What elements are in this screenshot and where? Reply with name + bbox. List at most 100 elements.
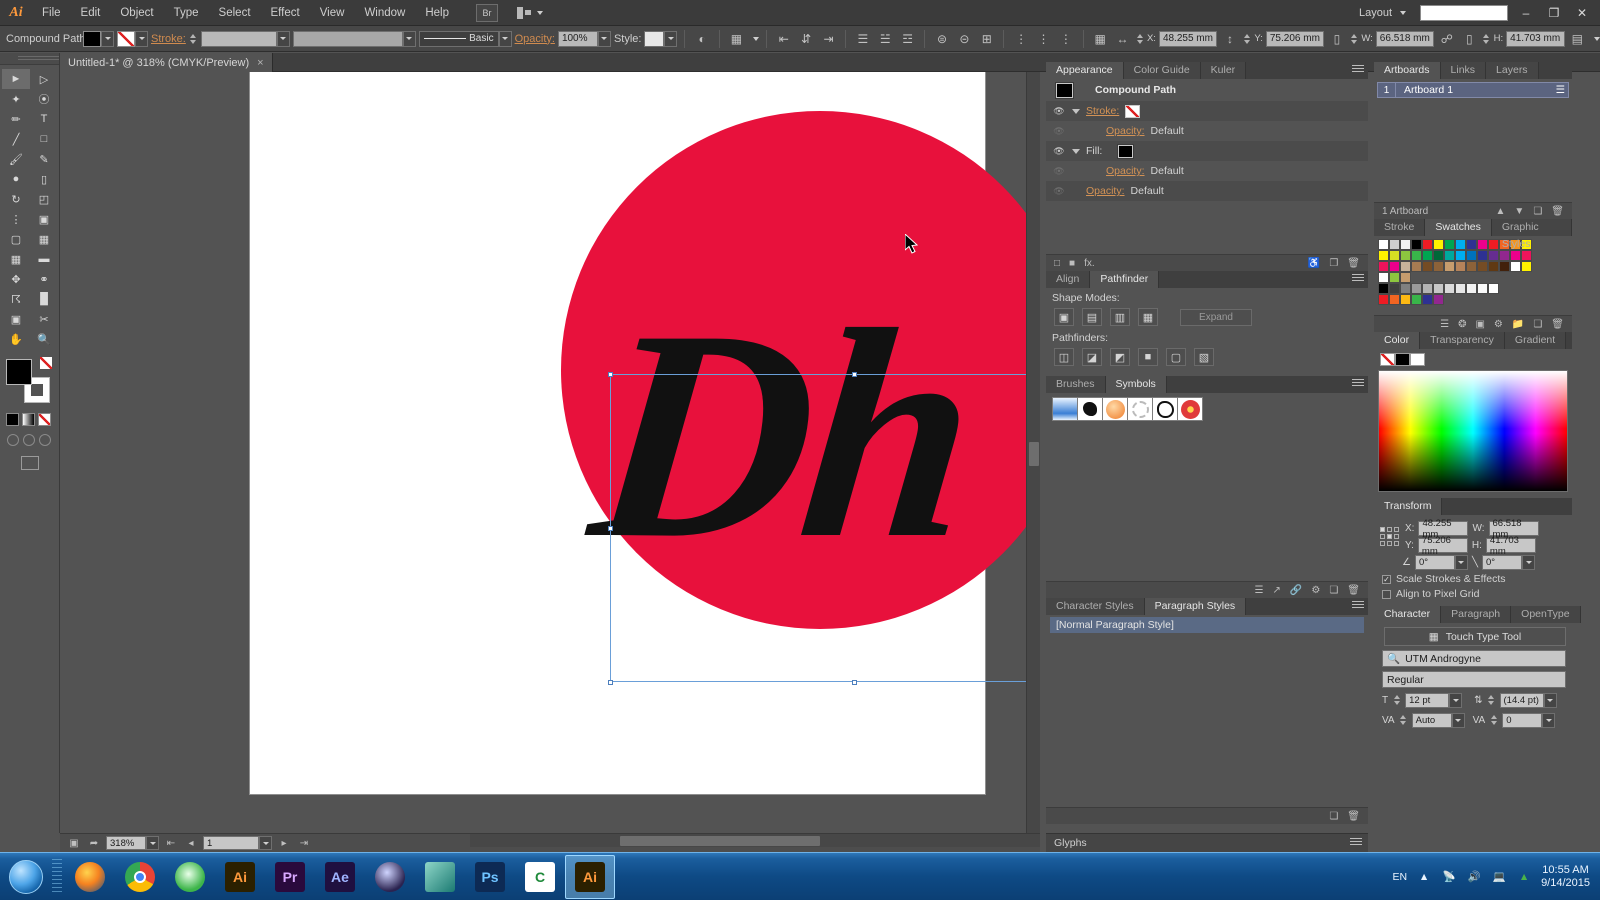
- opacity-control[interactable]: 100%: [558, 31, 611, 47]
- x-stepper[interactable]: [1135, 31, 1144, 47]
- tracking-field[interactable]: 0: [1502, 713, 1542, 728]
- kerning-field[interactable]: Auto: [1412, 713, 1452, 728]
- selection-tool[interactable]: ►: [2, 69, 30, 89]
- color-swatch[interactable]: [1477, 261, 1488, 272]
- color-swatch[interactable]: [1510, 261, 1521, 272]
- close-button[interactable]: ✕: [1568, 1, 1596, 25]
- symbol-black-outline-flower[interactable]: [1152, 397, 1178, 421]
- volume-icon[interactable]: 🔊: [1466, 869, 1482, 885]
- symbol-sprayer-tool[interactable]: ☈: [2, 289, 30, 309]
- minus-front-icon[interactable]: ▤: [1082, 308, 1102, 326]
- taskbar-item-adobe-premiere[interactable]: Pr: [265, 855, 315, 899]
- color-swatch[interactable]: [1411, 239, 1422, 250]
- table-row[interactable]: 1 Artboard 1 ☰: [1377, 82, 1569, 98]
- artboard-options-icon[interactable]: ☰: [1556, 84, 1568, 96]
- shear-field[interactable]: 0°: [1482, 555, 1522, 570]
- taskbar-item-teal-app[interactable]: [415, 855, 465, 899]
- tab-character[interactable]: Character: [1374, 606, 1441, 623]
- color-swatch[interactable]: [1411, 250, 1422, 261]
- selection-bounding-box[interactable]: [610, 374, 1040, 682]
- perspective-grid-tool[interactable]: ▦: [30, 229, 58, 249]
- brush-dropdown-icon[interactable]: [499, 31, 512, 47]
- taskbar-item-adobe-illustrator[interactable]: Ai: [215, 855, 265, 899]
- color-swatch[interactable]: [1455, 250, 1466, 261]
- swatches-grid[interactable]: [1374, 236, 1572, 305]
- outline-icon[interactable]: ▢: [1166, 348, 1186, 366]
- search-input[interactable]: [1420, 5, 1508, 21]
- eraser-tool[interactable]: ▯: [30, 169, 58, 189]
- panel-menu-icon[interactable]: [1350, 838, 1362, 849]
- stroke-dropdown-icon[interactable]: [135, 31, 148, 47]
- appearance-row-fill-opacity[interactable]: 👁 Opacity: Default: [1046, 161, 1368, 181]
- transform-grid-icon[interactable]: ▦: [1090, 30, 1109, 48]
- blob-brush-tool[interactable]: ●: [2, 169, 30, 189]
- artboard-canvas[interactable]: Dh: [250, 72, 985, 794]
- tab-brushes[interactable]: Brushes: [1046, 376, 1106, 393]
- swatch-options-icon[interactable]: ⚙: [1494, 319, 1503, 330]
- color-swatch[interactable]: [1433, 239, 1444, 250]
- opacity-field[interactable]: 100%: [558, 31, 598, 47]
- symbol-white-cutout[interactable]: [1127, 397, 1153, 421]
- crop-icon[interactable]: ■: [1138, 348, 1158, 366]
- arrange-documents-icon[interactable]: [511, 7, 549, 19]
- appearance-row-stroke[interactable]: 👁 Stroke:: [1046, 101, 1368, 121]
- color-swatch[interactable]: [1444, 283, 1455, 294]
- document-tab[interactable]: Untitled-1* @ 318% (CMYK/Preview) ×: [60, 53, 273, 72]
- chevron-down-icon[interactable]: [1072, 149, 1080, 154]
- align-bottom-icon[interactable]: ☲: [898, 30, 917, 48]
- width-tool[interactable]: ⋮: [2, 209, 30, 229]
- color-none-swatch[interactable]: [1380, 353, 1395, 366]
- x-field[interactable]: 48.255 mm: [1159, 31, 1217, 47]
- recolor-artwork-icon[interactable]: ◐: [692, 30, 711, 48]
- taskbar-item-green-app[interactable]: [165, 855, 215, 899]
- tab-paragraph[interactable]: Paragraph: [1441, 606, 1511, 623]
- handle-middle-left[interactable]: [608, 526, 613, 531]
- language-indicator[interactable]: EN: [1392, 871, 1407, 883]
- move-down-icon[interactable]: ▼: [1514, 206, 1524, 217]
- trim-icon[interactable]: ◪: [1082, 348, 1102, 366]
- align-right-icon[interactable]: ⇥: [819, 30, 838, 48]
- color-swatch[interactable]: [1389, 294, 1400, 305]
- visibility-eye-icon[interactable]: 👁: [1052, 164, 1066, 178]
- delete-swatch-icon[interactable]: 🗑: [1551, 319, 1564, 330]
- tab-pathfinder[interactable]: Pathfinder: [1090, 271, 1159, 288]
- canvas-horizontal-scrollbar[interactable]: [470, 833, 1040, 847]
- color-swatch[interactable]: [1455, 283, 1466, 294]
- color-swatch[interactable]: [1466, 261, 1477, 272]
- gradient-button[interactable]: [22, 413, 35, 426]
- leading-field[interactable]: (14.4 pt): [1500, 693, 1544, 708]
- delete-style-icon[interactable]: 🗑: [1347, 811, 1360, 822]
- taskbar-item-adobe-after-effects[interactable]: Ae: [315, 855, 365, 899]
- menu-type[interactable]: Type: [164, 0, 209, 26]
- color-swatch[interactable]: [1400, 250, 1411, 261]
- color-swatch[interactable]: [1466, 239, 1477, 250]
- glyphs-panel-tab[interactable]: Glyphs: [1046, 833, 1368, 852]
- symbol-options-icon[interactable]: ⚙: [1311, 585, 1320, 596]
- clock[interactable]: 10:55 AM 9/14/2015: [1541, 864, 1590, 890]
- tab-stroke[interactable]: Stroke: [1374, 219, 1425, 236]
- transform-h-field[interactable]: 41.703 mm: [1486, 538, 1536, 553]
- color-swatch[interactable]: [1488, 250, 1499, 261]
- appearance-opacity-label[interactable]: Opacity:: [1086, 185, 1125, 197]
- stroke-swatch[interactable]: [1125, 105, 1140, 118]
- stroke-weight-label[interactable]: Stroke:: [151, 33, 186, 45]
- scale-strokes-checkbox[interactable]: ✓ Scale Strokes & Effects: [1374, 570, 1572, 585]
- opacity-label[interactable]: Opacity:: [515, 33, 555, 45]
- mesh-tool[interactable]: ▦: [2, 249, 30, 269]
- font-size-dropdown-icon[interactable]: [1449, 693, 1462, 708]
- color-swatch[interactable]: [1378, 294, 1389, 305]
- color-swatch[interactable]: [1378, 261, 1389, 272]
- font-size-stepper[interactable]: [1392, 692, 1401, 708]
- color-swatch[interactable]: [1378, 272, 1389, 283]
- menu-file[interactable]: File: [32, 0, 71, 26]
- color-swatch[interactable]: [1477, 250, 1488, 261]
- color-black-swatch[interactable]: [1395, 353, 1410, 366]
- tab-layers[interactable]: Layers: [1486, 62, 1539, 79]
- color-swatch[interactable]: [1444, 261, 1455, 272]
- checkbox-checked-icon[interactable]: ✓: [1382, 575, 1391, 584]
- color-swatch[interactable]: [1422, 261, 1433, 272]
- color-swatch[interactable]: [1400, 272, 1411, 283]
- constrain-proportions-icon[interactable]: ☍: [1437, 30, 1456, 48]
- appearance-opacity-label[interactable]: Opacity:: [1106, 125, 1145, 137]
- color-white-swatch[interactable]: [1410, 353, 1425, 366]
